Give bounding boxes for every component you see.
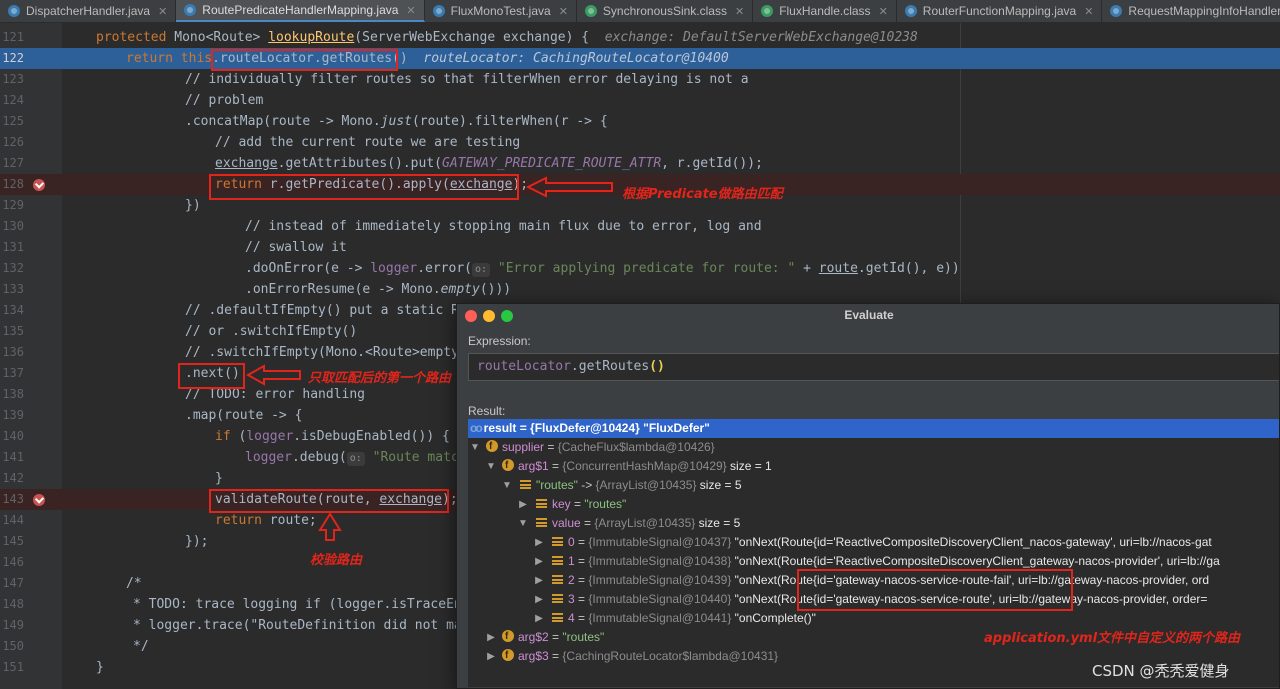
- variable-type: {ImmutableSignal@10439}: [588, 573, 732, 587]
- chevron-right-icon[interactable]: ▶: [534, 590, 544, 609]
- chevron-down-icon[interactable]: ▼: [502, 476, 512, 495]
- close-window-button[interactable]: [465, 310, 477, 322]
- chevron-right-icon[interactable]: ▶: [534, 609, 544, 628]
- separator: =: [516, 421, 531, 435]
- result-tree[interactable]: oo result = {FluxDefer@10424} "FluxDefer"…: [468, 419, 1279, 687]
- variable-value: "onNext(Route{id='ReactiveCompositeDisco…: [731, 554, 1220, 568]
- field-icon: [502, 646, 514, 665]
- list-icon: [520, 480, 531, 489]
- variable-type: {ImmutableSignal@10437}: [588, 535, 732, 549]
- variable-type: {ArrayList@10435}: [594, 516, 696, 530]
- variable-value: "routes": [584, 497, 627, 511]
- variable-name: "routes": [536, 478, 578, 492]
- variable-type: {ImmutableSignal@10438}: [588, 554, 732, 568]
- separator: =: [574, 554, 589, 568]
- tree-row-signal-0[interactable]: ▶ 0 = {ImmutableSignal@10437} "onNext(Rou…: [468, 533, 1279, 552]
- chevron-right-icon[interactable]: ▶: [534, 571, 544, 590]
- chevron-down-icon[interactable]: ▼: [470, 438, 480, 457]
- variable-name: arg$2: [518, 630, 549, 644]
- field-icon: [502, 627, 514, 646]
- expression-token: .getRoutes: [570, 359, 650, 374]
- zoom-window-button[interactable]: [501, 310, 513, 322]
- variable-value: "onNext(Route{id='ReactiveCompositeDisco…: [731, 535, 1212, 549]
- tree-row-supplier[interactable]: ▼ supplier = {CacheFlux$lambda@10426}: [468, 437, 1279, 457]
- separator: =: [574, 573, 589, 587]
- variable-value: size = 5: [696, 478, 742, 492]
- variable-type: {ConcurrentHashMap@10429}: [562, 459, 727, 473]
- variable-type: {ImmutableSignal@10440}: [588, 592, 732, 606]
- tree-row-value[interactable]: ▼ value = {ArrayList@10435} size = 5: [468, 514, 1279, 533]
- variable-value: "routes": [562, 630, 605, 644]
- list-icon: [552, 594, 563, 603]
- tree-row-signal-4[interactable]: ▶ 4 = {ImmutableSignal@10441} "onComplete…: [468, 609, 1279, 628]
- annotation-predicate-match: 根据Predicate做路由匹配: [622, 187, 783, 202]
- watermark: CSDN @秃秃爱健身: [1092, 662, 1230, 680]
- separator: ->: [577, 478, 596, 492]
- chevron-down-icon[interactable]: ▼: [486, 457, 496, 476]
- list-icon: [536, 518, 547, 527]
- separator: =: [574, 535, 589, 549]
- variable-name: 0: [568, 535, 575, 549]
- separator: =: [574, 611, 589, 625]
- annotation-validate-route: 校验路由: [310, 553, 363, 568]
- chevron-down-icon[interactable]: ▼: [518, 514, 528, 533]
- list-icon: [552, 537, 563, 546]
- tree-row-arg1[interactable]: ▼ arg$1 = {ConcurrentHashMap@10429} size …: [468, 456, 1279, 476]
- variable-name: 2: [568, 573, 575, 587]
- separator: =: [580, 516, 595, 530]
- dialog-title: Evaluate: [457, 304, 1279, 326]
- variable-name: 3: [568, 592, 575, 606]
- chevron-right-icon[interactable]: ▶: [518, 495, 528, 514]
- variable-type: {CacheFlux$lambda@10426}: [557, 440, 715, 454]
- separator: =: [570, 497, 585, 511]
- separator: =: [544, 440, 558, 454]
- annotation-first-route: 只取匹配后的第一个路由: [308, 371, 452, 386]
- tree-row-key[interactable]: ▶ key = "routes": [468, 495, 1279, 514]
- chevron-right-icon[interactable]: ▶: [486, 647, 496, 666]
- variable-name: value: [552, 516, 581, 530]
- separator: =: [548, 649, 563, 663]
- separator: =: [548, 630, 563, 644]
- watch-result-icon: oo: [470, 421, 483, 435]
- list-icon: [552, 556, 563, 565]
- field-icon: [486, 437, 498, 456]
- variable-type: {ArrayList@10435}: [595, 478, 697, 492]
- list-icon: [552, 575, 563, 584]
- variable-value: "onComplete()": [731, 611, 816, 625]
- list-icon: [536, 499, 547, 508]
- minimize-window-button[interactable]: [483, 310, 495, 322]
- separator: =: [574, 592, 589, 606]
- list-icon: [552, 613, 563, 622]
- variable-name: result: [483, 421, 517, 435]
- variable-name: key: [552, 497, 571, 511]
- expression-label: Expression:: [468, 334, 531, 348]
- tree-row-result[interactable]: oo result = {FluxDefer@10424} "FluxDefer": [468, 419, 1279, 438]
- variable-name: 4: [568, 611, 575, 625]
- chevron-right-icon[interactable]: ▶: [486, 628, 496, 647]
- variable-value: size = 1: [726, 459, 772, 473]
- variable-name: supplier: [502, 440, 545, 454]
- variable-value: {FluxDefer@10424} "FluxDefer": [530, 421, 710, 435]
- expression-token: routeLocator: [477, 359, 571, 374]
- expression-token: (): [649, 359, 665, 374]
- chevron-right-icon[interactable]: ▶: [534, 533, 544, 552]
- result-label: Result:: [468, 404, 506, 418]
- highlight-box-yml-routes: [797, 569, 1073, 611]
- variable-name: arg$1: [518, 459, 549, 473]
- tree-row-routes-entry[interactable]: ▼ "routes" -> {ArrayList@10435} size = 5: [468, 476, 1279, 495]
- variable-type: {CachingRouteLocator$lambda@10431}: [562, 649, 779, 663]
- variable-name: arg$3: [518, 649, 549, 663]
- variable-value: size = 5: [695, 516, 741, 530]
- annotation-yml-routes: application.yml文件中自定义的两个路由: [984, 631, 1241, 646]
- variable-type: {ImmutableSignal@10441}: [588, 611, 732, 625]
- separator: =: [548, 459, 563, 473]
- field-icon: [502, 456, 514, 475]
- chevron-right-icon[interactable]: ▶: [534, 552, 544, 571]
- expression-input[interactable]: routeLocator.getRoutes(): [468, 353, 1279, 381]
- variable-name: 1: [568, 554, 575, 568]
